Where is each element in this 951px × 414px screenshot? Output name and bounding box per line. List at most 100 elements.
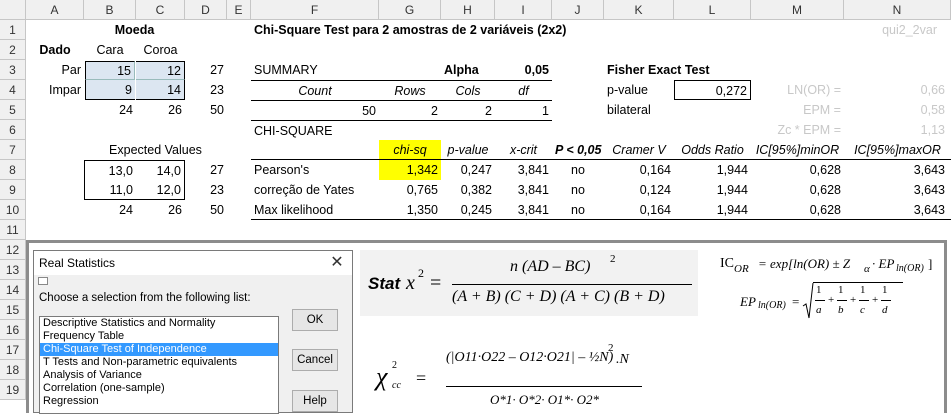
row-header-9[interactable]: 9 (0, 180, 26, 200)
cell-chisq-value[interactable]: 0,765 (379, 180, 441, 200)
cell-h-icmax[interactable]: IC[95%]maxOR (844, 140, 951, 160)
cell-b8[interactable]: 13,0 (84, 160, 136, 180)
cell-b3[interactable]: 15 (85, 61, 135, 80)
cell-chisquare[interactable]: CHI-SQUARE (251, 120, 379, 140)
cell-coroa[interactable]: Coroa (136, 40, 185, 60)
cell-c9[interactable]: 12,0 (136, 180, 185, 200)
ok-button[interactable]: OK (292, 309, 338, 331)
row-header-5[interactable]: 5 (0, 100, 26, 120)
cell-cara[interactable]: Cara (84, 40, 136, 60)
cell-b9[interactable]: 11,0 (84, 180, 136, 200)
cell-row-name[interactable]: Max likelihood (251, 200, 379, 220)
select-all-corner[interactable] (0, 0, 26, 20)
cell-bilateral[interactable]: bilateral (604, 100, 674, 120)
col-header-k[interactable]: K (604, 0, 674, 20)
row-header-11[interactable]: 11 (0, 220, 26, 240)
cell-d8[interactable]: 27 (185, 160, 227, 180)
cell-summary[interactable]: SUMMARY (251, 60, 379, 80)
cell-lnor-label[interactable]: LN(OR) = (751, 80, 844, 100)
cell-f5[interactable]: 50 (251, 100, 379, 120)
col-header-b[interactable]: B (84, 0, 136, 20)
cell-h-xcrit[interactable]: x-crit (495, 140, 552, 160)
cell-p-value[interactable]: 0,382 (441, 180, 495, 200)
cell-c10[interactable]: 26 (136, 200, 185, 220)
cell-chisq-value[interactable]: 1,350 (379, 200, 441, 220)
cell-g5[interactable]: 2 (379, 100, 441, 120)
cell-xcrit-value[interactable]: 3,841 (495, 160, 552, 180)
col-header-l[interactable]: L (674, 0, 751, 20)
list-item-selected[interactable]: Chi-Square Test of Independence (40, 343, 278, 356)
cell-sig-value[interactable]: no (552, 160, 604, 180)
cell-icmax-value[interactable]: 3,643 (844, 180, 951, 200)
cell-b10[interactable]: 24 (84, 200, 136, 220)
close-icon[interactable]: ✕ (328, 251, 346, 275)
cell-alpha-label[interactable]: Alpha (441, 60, 495, 80)
cell-pvalue-label[interactable]: p-value (604, 80, 674, 100)
cell-cramer-value[interactable]: 0,124 (604, 180, 674, 200)
col-header-n[interactable]: N (844, 0, 951, 20)
cell-c5[interactable]: 26 (136, 100, 185, 120)
list-item[interactable]: Regression (40, 395, 278, 408)
cell-h-p005[interactable]: P < 0,05 (552, 140, 604, 160)
col-header-j[interactable]: J (552, 0, 604, 20)
row-header-19[interactable]: 19 (0, 380, 26, 400)
list-item[interactable]: Correlation (one-sample) (40, 382, 278, 395)
cell-df[interactable]: df (495, 80, 552, 100)
cell-h-cramer[interactable]: Cramer V (604, 140, 674, 160)
cell-d5[interactable]: 50 (185, 100, 227, 120)
col-header-h[interactable]: H (441, 0, 495, 20)
row-header-12[interactable]: 12 (0, 240, 26, 260)
cell-h-chisq[interactable]: chi-sq (379, 140, 441, 160)
col-header-f[interactable]: F (251, 0, 379, 20)
row-header-18[interactable]: 18 (0, 360, 26, 380)
cell-d3[interactable]: 27 (185, 60, 227, 80)
row-header-8[interactable]: 8 (0, 160, 26, 180)
list-item[interactable]: Frequency Table (40, 330, 278, 343)
cell-count[interactable]: Count (251, 80, 379, 100)
cell-c4[interactable]: 14 (136, 80, 185, 100)
cell-lnor-value[interactable]: 0,66 (844, 80, 951, 100)
cell-rows[interactable]: Rows (379, 80, 441, 100)
cell-h-icmin[interactable]: IC[95%]minOR (751, 140, 844, 160)
selection-listbox[interactable]: Descriptive Statistics and Normality Fre… (39, 316, 279, 414)
cell-d4[interactable]: 23 (185, 80, 227, 100)
cell-par[interactable]: Par (26, 60, 84, 80)
cell-p-value[interactable]: 0,245 (441, 200, 495, 220)
cell-cramer-value[interactable]: 0,164 (604, 200, 674, 220)
cell-zc-label[interactable]: Zc * EPM = (751, 120, 844, 140)
list-item[interactable]: T Tests and Non-parametric equivalents (40, 356, 278, 369)
col-header-m[interactable]: M (751, 0, 844, 20)
col-header-c[interactable]: C (136, 0, 185, 20)
row-header-14[interactable]: 14 (0, 280, 26, 300)
cell-xcrit-value[interactable]: 3,841 (495, 180, 552, 200)
row-header-15[interactable]: 15 (0, 300, 26, 320)
help-button[interactable]: Help (292, 390, 338, 412)
cancel-button[interactable]: Cancel (292, 349, 338, 371)
cell-moeda[interactable]: Moeda (84, 20, 185, 40)
row-header-13[interactable]: 13 (0, 260, 26, 280)
col-header-e[interactable]: E (227, 0, 251, 20)
cell-h5[interactable]: 2 (441, 100, 495, 120)
cell-pvalue-value[interactable]: 0,272 (674, 80, 751, 100)
col-header-a[interactable]: A (26, 0, 84, 20)
cell-i5[interactable]: 1 (495, 100, 552, 120)
cell-b4[interactable]: 9 (85, 80, 135, 100)
cell-alpha-value[interactable]: 0,05 (495, 60, 552, 80)
cell-h-odds[interactable]: Odds Ratio (674, 140, 751, 160)
cell-d10[interactable]: 50 (185, 200, 227, 220)
row-header-17[interactable]: 17 (0, 340, 26, 360)
cell-cols[interactable]: Cols (441, 80, 495, 100)
cell-chisq-value[interactable]: 1,342 (379, 160, 441, 180)
cell-cramer-value[interactable]: 0,164 (604, 160, 674, 180)
cell-icmin-value[interactable]: 0,628 (751, 160, 844, 180)
cell-epm-value[interactable]: 0,58 (844, 100, 951, 120)
col-header-d[interactable]: D (185, 0, 227, 20)
cell-impar[interactable]: Impar (26, 80, 84, 100)
cell-sig-value[interactable]: no (552, 200, 604, 220)
cell-row-name[interactable]: Pearson's (251, 160, 379, 180)
row-header-16[interactable]: 16 (0, 320, 26, 340)
row-header-2[interactable]: 2 (0, 40, 26, 60)
cell-xcrit-value[interactable]: 3,841 (495, 200, 552, 220)
cell-fisher[interactable]: Fisher Exact Test (604, 60, 751, 80)
cell-sig-value[interactable]: no (552, 180, 604, 200)
